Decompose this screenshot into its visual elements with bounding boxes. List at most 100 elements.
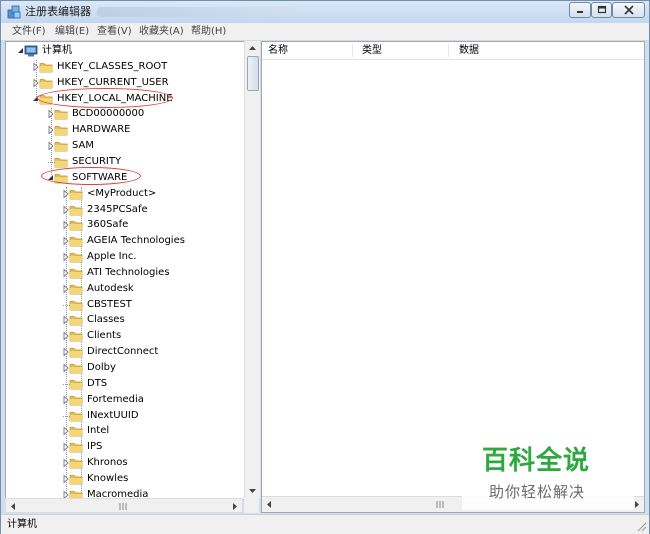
- tree-item-hive[interactable]: HKEY_CLASSES_ROOT: [6, 59, 242, 75]
- tree-item-software-child[interactable]: 2345PCSafe: [6, 202, 242, 218]
- tree-item-software-child[interactable]: <MyProduct>: [6, 186, 242, 202]
- column-type[interactable]: 类型: [362, 44, 382, 57]
- tree-item-software-child[interactable]: Khronos: [6, 455, 242, 471]
- scroll-left-arrow-icon[interactable]: [9, 502, 17, 511]
- watermark-title: 百科全说: [482, 446, 591, 476]
- tree-scroll-thumb[interactable]: [247, 56, 259, 91]
- tree-item-hklm-child[interactable]: SECURITY: [6, 154, 242, 170]
- tree-item-label: Autodesk: [87, 282, 134, 294]
- folder-icon: [54, 126, 68, 136]
- registry-editor-icon: [7, 5, 21, 19]
- folder-icon: [69, 348, 83, 358]
- tree-item-software-child[interactable]: AGEIA Technologies: [6, 233, 242, 249]
- tree-item-label: Classes: [87, 314, 125, 326]
- folder-icon: [69, 379, 83, 390]
- folder-icon: [69, 221, 83, 231]
- tree-root-computer[interactable]: 计算机: [6, 43, 242, 59]
- tree-item-label: Intel: [87, 425, 110, 437]
- tree-item-software-child[interactable]: INextUUID: [6, 408, 242, 424]
- minimize-icon: [577, 11, 583, 13]
- folder-icon: [54, 110, 68, 120]
- scroll-right-arrow-icon[interactable]: [633, 500, 641, 509]
- scroll-thumb-grip-icon[interactable]: [434, 500, 448, 509]
- tree-item-label: ATI Technologies: [87, 266, 170, 278]
- menu-help[interactable]: 帮助(H): [191, 25, 226, 38]
- folder-icon: [69, 427, 83, 437]
- menu-file[interactable]: 文件(F): [12, 25, 46, 38]
- folder-icon: [69, 205, 83, 215]
- tree-item-label: Clients: [87, 330, 122, 342]
- tree-item-software-child[interactable]: IPS: [6, 439, 242, 455]
- tree-item-software-child[interactable]: 360Safe: [6, 217, 242, 233]
- watermark: 百科全说 助你轻松解决: [462, 440, 634, 510]
- tree-item-software-child[interactable]: DTS: [6, 376, 242, 392]
- tree-item-hklm-child[interactable]: HARDWARE: [6, 122, 242, 138]
- tree-item-label: HARDWARE: [72, 124, 131, 136]
- folder-icon: [69, 475, 83, 485]
- tree-item-hklm-child[interactable]: BCD00000000: [6, 106, 242, 122]
- tree-item-software-child[interactable]: Dolby: [6, 360, 242, 376]
- folder-icon: [69, 332, 83, 342]
- annotation-highlight-hklm: [37, 88, 173, 108]
- tree-item-label: 计算机: [42, 45, 72, 56]
- maximize-button[interactable]: [591, 2, 612, 18]
- scrollbar-corner: [244, 498, 259, 513]
- folder-icon: [54, 158, 68, 168]
- tree-item-software-child[interactable]: DirectConnect: [6, 344, 242, 360]
- folder-icon: [69, 411, 83, 421]
- menu-edit[interactable]: 编辑(E): [55, 25, 89, 38]
- tree-item-label: BCD00000000: [72, 108, 145, 120]
- watermark-subtitle: 助你轻松解决: [489, 483, 586, 501]
- tree-item-label: 360Safe: [87, 219, 129, 231]
- tree-item-software-child[interactable]: Clients: [6, 328, 242, 344]
- tree-item-label: 2345PCSafe: [87, 203, 148, 215]
- tree-item-label: SAM: [72, 140, 95, 152]
- scroll-left-arrow-icon[interactable]: [265, 500, 273, 509]
- tree-item-software-child[interactable]: ATI Technologies: [6, 265, 242, 281]
- resize-grip-icon[interactable]: [637, 522, 647, 532]
- scroll-down-arrow-icon[interactable]: [248, 487, 257, 495]
- tree-item-software-child[interactable]: Apple Inc.: [6, 249, 242, 265]
- column-divider[interactable]: [448, 44, 449, 57]
- folder-icon: [69, 459, 83, 469]
- menu-view[interactable]: 查看(V): [97, 25, 132, 38]
- column-data[interactable]: 数据: [459, 44, 479, 57]
- scroll-right-arrow-icon[interactable]: [231, 502, 239, 511]
- folder-icon: [69, 300, 83, 310]
- column-divider[interactable]: [352, 44, 353, 57]
- scroll-up-arrow-icon[interactable]: [248, 44, 257, 52]
- list-column-header: 名称 类型 数据: [262, 42, 644, 60]
- tree-horizontal-scrollbar[interactable]: [5, 498, 243, 513]
- tree-item-software-child[interactable]: Intel: [6, 423, 242, 439]
- annotation-highlight-software: [41, 167, 141, 185]
- column-name[interactable]: 名称: [268, 44, 288, 57]
- title-bar[interactable]: 注册表编辑器: [1, 1, 649, 23]
- close-button[interactable]: [612, 2, 645, 18]
- tree-item-software-child[interactable]: Autodesk: [6, 281, 242, 297]
- menu-favorites[interactable]: 收藏夹(A): [139, 25, 184, 38]
- tree-item-hklm-child[interactable]: SAM: [6, 138, 242, 154]
- tree-item-software-child[interactable]: CBSTEST: [6, 297, 242, 313]
- scroll-thumb-grip-icon[interactable]: [117, 502, 131, 511]
- tree-item-software-child[interactable]: Knowles: [6, 471, 242, 487]
- tree-item-label: DTS: [87, 377, 108, 389]
- tree-item-label: Fortemedia: [87, 393, 144, 405]
- tree-item-label: Dolby: [87, 362, 116, 373]
- folder-icon: [69, 269, 83, 279]
- window-title: 注册表编辑器: [25, 5, 91, 18]
- tree-item-label: CBSTEST: [87, 298, 132, 310]
- folder-icon: [69, 189, 83, 199]
- tree-vertical-scrollbar[interactable]: [244, 41, 260, 498]
- key-tree-pane[interactable]: 计算机 HKEY_CLASSES_ROOT HKEY_CURRENT_USER HKE…: [5, 41, 245, 500]
- minimize-button[interactable]: [569, 2, 591, 18]
- tree-item-software-child[interactable]: Classes: [6, 312, 242, 328]
- close-icon: [623, 5, 634, 15]
- tree-item-software-child[interactable]: Fortemedia: [6, 392, 242, 408]
- tree-item-label: INextUUID: [87, 409, 139, 421]
- folder-icon: [39, 62, 53, 73]
- computer-icon: [24, 45, 38, 57]
- tree-item-label: <MyProduct>: [87, 187, 157, 199]
- folder-icon: [54, 142, 68, 152]
- tree-item-label: Khronos: [87, 457, 128, 469]
- folder-icon: [69, 364, 83, 374]
